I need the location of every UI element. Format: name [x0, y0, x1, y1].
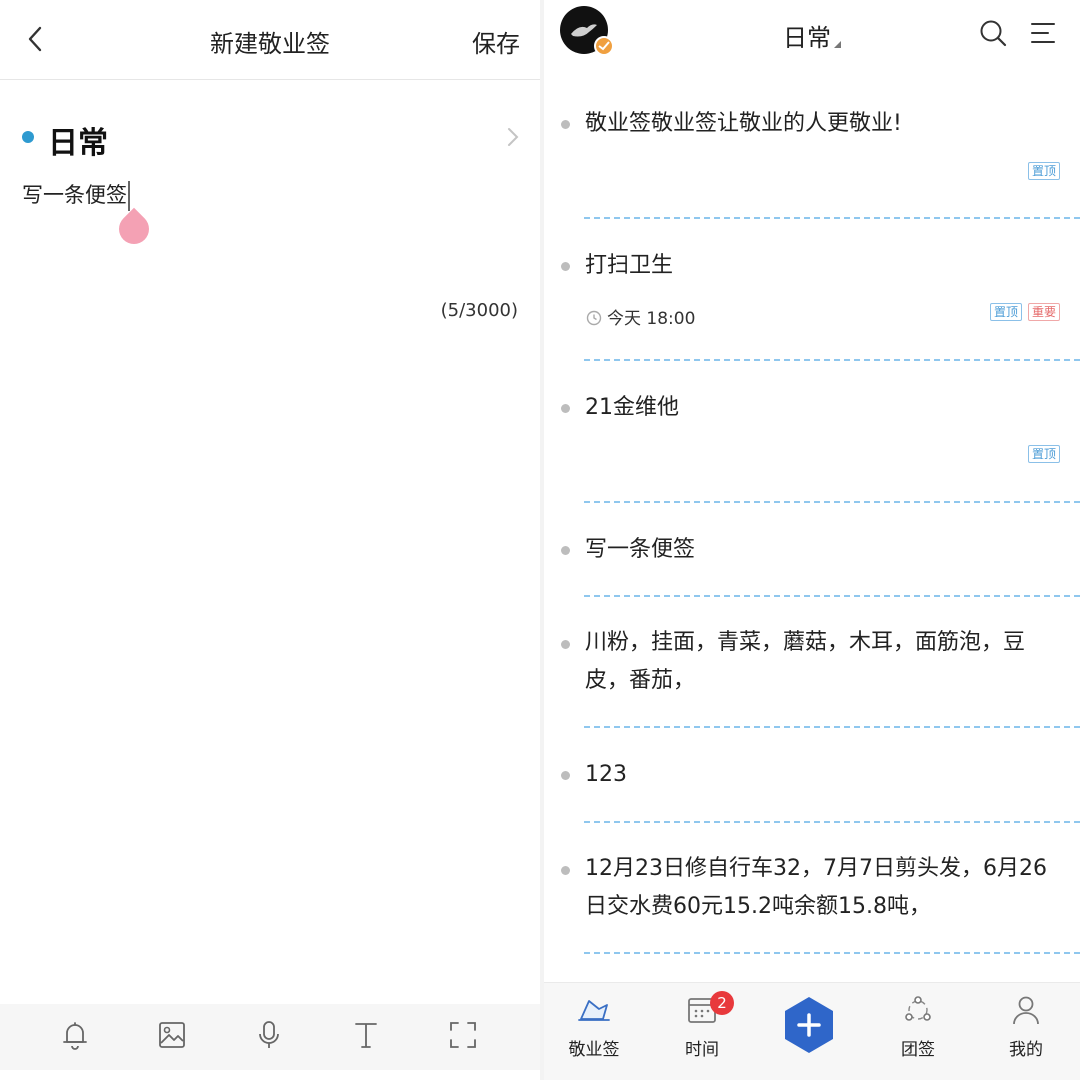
new-note-panel: 新建敬业签 保存 日常 写一条便签 (5/3000) [0, 0, 540, 1080]
note-text: 写一条便签 [22, 183, 127, 207]
unread-badge: 2 [710, 991, 734, 1015]
note-item[interactable]: 敬业签敬业签让敬业的人更敬业! 置顶 [544, 78, 1080, 219]
list-bullet [561, 546, 570, 555]
category-name: 日常 [48, 126, 108, 161]
note-item-text: 123 [585, 762, 627, 787]
new-note-header: 新建敬业签 保存 [0, 0, 540, 80]
bottom-tab-bar: 敬业签 2 时间 团签 我的 [544, 982, 1080, 1080]
note-item-text: 21金维他 [585, 395, 679, 420]
dropdown-triangle-icon [834, 41, 841, 48]
tab-me[interactable]: 我的 [978, 995, 1074, 1071]
pinned-tag: 置顶 [989, 303, 1022, 321]
bell-icon [63, 1022, 87, 1050]
chevron-right-icon [508, 128, 519, 146]
list-bullet [561, 866, 570, 875]
microphone-icon [259, 1021, 279, 1048]
list-bullet [561, 262, 570, 271]
fullscreen-icon [450, 1022, 476, 1048]
note-item-text: 写一条便签 [585, 537, 696, 562]
note-item[interactable]: 写一条便签 [544, 503, 1080, 597]
team-icon [905, 996, 931, 1021]
reminder-time: 今天 18:00 [585, 304, 695, 329]
pinned-tag: 置顶 [1027, 445, 1060, 463]
tab-notes[interactable]: 敬业签 [546, 995, 642, 1071]
tab-label: 敬业签 [568, 1040, 620, 1060]
note-item[interactable]: 123 [544, 728, 1080, 823]
list-title: 日常 [783, 24, 831, 52]
note-item-text: 川粉，挂面，青菜，蘑菇，木耳，面筋泡，豆皮，番茄， [585, 630, 1026, 693]
note-item[interactable]: 打扫卫生 今天 18:00 置顶 重要 [544, 219, 1080, 361]
add-note-button[interactable] [782, 995, 836, 1055]
tab-time[interactable]: 2 时间 [654, 991, 750, 1071]
tab-team[interactable]: 团签 [870, 995, 966, 1071]
note-item[interactable]: 21金维他 置顶 [544, 361, 1080, 503]
tab-label: 我的 [1009, 1040, 1043, 1060]
page-title: 新建敬业签 [210, 30, 330, 58]
save-button[interactable]: 保存 [472, 24, 520, 59]
important-tag: 重要 [1027, 303, 1060, 321]
character-counter: (5/3000) [440, 300, 518, 321]
menu-icon[interactable] [1028, 18, 1058, 48]
note-item-text: 敬业签敬业签让敬业的人更敬业! [585, 111, 902, 136]
category-dot [22, 131, 34, 143]
list-bullet [561, 771, 570, 780]
voice-input-button[interactable] [252, 1018, 286, 1052]
note-list-panel: 日常 敬业签敬业签让敬业的人更敬业! 置顶 打扫卫生 今天 18:00 置顶 重… [544, 0, 1080, 1080]
note-item-text: 12月23日修自行车32，7月7日剪头发，6月26日交水费60元15.2吨余额1… [585, 856, 1047, 919]
fullscreen-button[interactable] [446, 1018, 480, 1052]
reminder-time-text: 今天 18:00 [607, 309, 696, 329]
insert-image-button[interactable] [155, 1018, 189, 1052]
search-icon[interactable] [978, 18, 1008, 48]
tab-label: 团签 [901, 1040, 935, 1060]
pinned-tag: 置顶 [1027, 162, 1060, 180]
category-selector[interactable]: 日常 [20, 112, 520, 164]
reminder-button[interactable] [58, 1018, 92, 1052]
list-bullet [561, 640, 570, 649]
list-bullet [561, 120, 570, 129]
note-item[interactable]: 川粉，挂面，青菜，蘑菇，木耳，面筋泡，豆皮，番茄， [544, 597, 1080, 728]
plus-icon [785, 997, 833, 1053]
editor-toolbar [0, 1004, 540, 1070]
note-separator [584, 952, 1080, 954]
list-bullet [561, 404, 570, 413]
list-header: 日常 [544, 0, 1080, 76]
note-item[interactable]: 12月23日修自行车32，7月7日剪头发，6月26日交水费60元15.2吨余额1… [544, 823, 1080, 954]
user-icon [1013, 996, 1039, 1025]
text-cursor [128, 181, 130, 211]
notes-tab-icon [578, 1000, 610, 1021]
note-item-text: 打扫卫生 [585, 253, 674, 278]
note-list: 敬业签敬业签让敬业的人更敬业! 置顶 打扫卫生 今天 18:00 置顶 重要 2… [544, 78, 1080, 954]
image-icon [159, 1022, 185, 1048]
repeat-clock-icon [586, 310, 602, 326]
tab-label: 时间 [685, 1040, 719, 1060]
text-format-icon [355, 1023, 377, 1048]
text-format-button[interactable] [349, 1018, 383, 1052]
note-textarea[interactable]: 写一条便签 [22, 178, 518, 288]
